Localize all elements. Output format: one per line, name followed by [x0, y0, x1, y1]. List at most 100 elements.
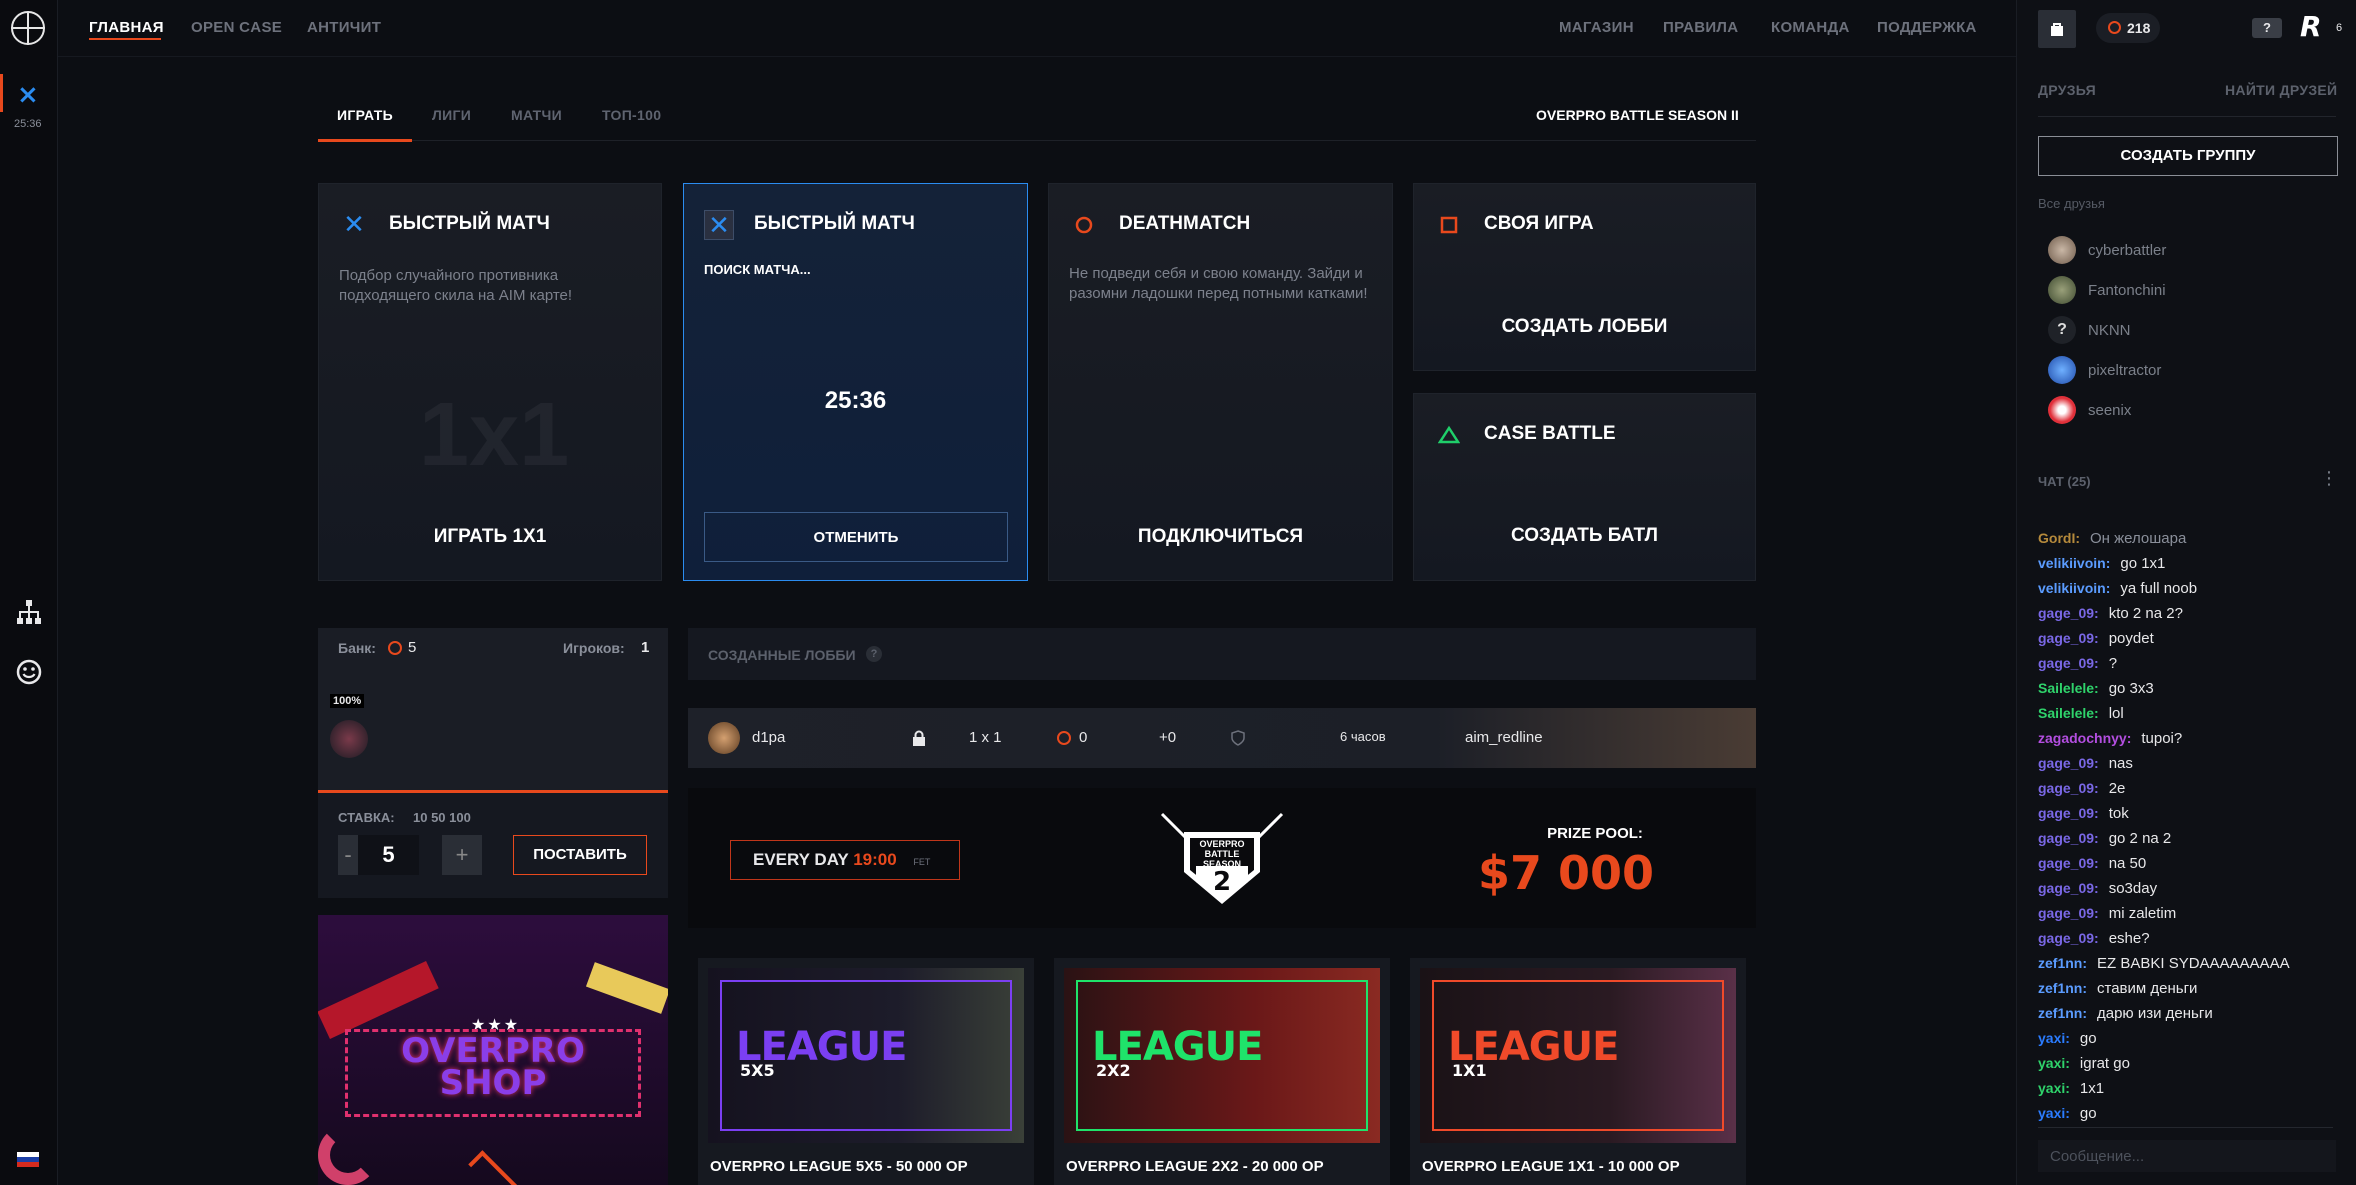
- chat-username[interactable]: zagadochnyy:: [2038, 730, 2131, 746]
- chat-text: go: [2079, 1105, 2097, 1122]
- lobby-row[interactable]: d1pa 1 x 1 0 +0 6 часов aim_redline: [688, 708, 1756, 768]
- nav-team[interactable]: КОМАНДА: [1771, 19, 1850, 36]
- kebab-menu-icon[interactable]: ⋮: [2320, 468, 2338, 489]
- card-title: БЫСТРЫЙ МАТЧ: [389, 213, 550, 234]
- balance-pill[interactable]: 218: [2096, 13, 2160, 43]
- quick-match-search-card[interactable]: ✕ БЫСТРЫЙ МАТЧ ПОИСК МАТЧА... 25:36 ОТМЕ…: [683, 183, 1028, 581]
- friend-item[interactable]: cyberbattler: [2048, 236, 2328, 266]
- logo-number: 2: [1212, 867, 1232, 897]
- chat-username[interactable]: velikiivoin:: [2038, 555, 2110, 571]
- nav-support[interactable]: ПОДДЕРЖКА: [1877, 19, 1977, 36]
- chat-username[interactable]: Sailelele:: [2038, 680, 2099, 696]
- chat-username[interactable]: yaxi:: [2038, 1030, 2070, 1046]
- lobby-extra: +0: [1159, 729, 1177, 746]
- create-lobby-button[interactable]: СОЗДАТЬ ЛОББИ: [1414, 316, 1755, 338]
- chat-message: gage_09: so3day: [2038, 880, 2338, 905]
- chat-input[interactable]: [2038, 1140, 2336, 1172]
- nav-rules[interactable]: ПРАВИЛА: [1663, 19, 1738, 36]
- chat-username[interactable]: gage_09:: [2038, 805, 2099, 821]
- inventory-bag-icon[interactable]: [2038, 10, 2076, 48]
- chat-username[interactable]: gage_09:: [2038, 930, 2099, 946]
- chat-message: velikiivoin: ya full noob: [2038, 580, 2338, 605]
- knife-decoration: [585, 962, 668, 1014]
- stake-minus-button[interactable]: -: [338, 835, 358, 875]
- chat-username[interactable]: gage_09:: [2038, 830, 2099, 846]
- chat-messages: GordI: Он желошара velikiivoin: go 1x1 velik…: [2038, 530, 2338, 1130]
- chat-username[interactable]: gage_09:: [2038, 605, 2099, 621]
- league-card[interactable]: LEAGUE 1X1 OVERPRO LEAGUE 1X1 - 10 000 O…: [1410, 958, 1746, 1185]
- chat-username[interactable]: yaxi:: [2038, 1080, 2070, 1096]
- chat-username[interactable]: Sailelele:: [2038, 705, 2099, 721]
- chat-username[interactable]: zef1nn:: [2038, 955, 2087, 971]
- season-banner[interactable]: EVERY DAY 19:00 FET OVERPRO BATTLE SEASO…: [688, 788, 1756, 928]
- chat-username[interactable]: GordI:: [2038, 530, 2080, 546]
- chat-username[interactable]: gage_09:: [2038, 905, 2099, 921]
- chat-text: 2e: [2108, 780, 2126, 797]
- chat-username[interactable]: gage_09:: [2038, 855, 2099, 871]
- friend-item[interactable]: seenix: [2048, 396, 2328, 426]
- smile-icon[interactable]: [15, 658, 43, 686]
- nav-open-case[interactable]: OPEN CASE: [191, 19, 282, 36]
- stake-value[interactable]: 5: [358, 835, 419, 875]
- tab-active-underline: [318, 139, 412, 142]
- chat-username[interactable]: gage_09:: [2038, 655, 2099, 671]
- help-button[interactable]: ?: [2252, 18, 2282, 38]
- place-bet-button[interactable]: ПОСТАВИТЬ: [513, 835, 647, 875]
- chat-username[interactable]: gage_09:: [2038, 630, 2099, 646]
- create-group-button[interactable]: СОЗДАТЬ ГРУППУ: [2038, 136, 2338, 176]
- chat-text: дарю изи деньги: [2097, 1005, 2213, 1022]
- help-icon[interactable]: ?: [866, 646, 882, 662]
- tab-top100[interactable]: ТОП-100: [602, 107, 661, 123]
- avatar: [2048, 396, 2076, 424]
- custom-game-card[interactable]: СВОЯ ИГРА СОЗДАТЬ ЛОББИ: [1413, 183, 1756, 371]
- chat-text: so3day: [2108, 880, 2158, 897]
- tab-matches[interactable]: МАТЧИ: [511, 107, 562, 123]
- logo-text: OVERPRO: [1199, 839, 1245, 849]
- chat-username[interactable]: velikiivoin:: [2038, 580, 2110, 596]
- stake-plus-button[interactable]: +: [442, 835, 482, 875]
- chat-text: go 2 na 2: [2108, 830, 2172, 847]
- league-card[interactable]: LEAGUE 2X2 OVERPRO LEAGUE 2X2 - 20 000 O…: [1054, 958, 1390, 1185]
- friend-item[interactable]: ? NKNN: [2048, 316, 2328, 346]
- quick-match-card[interactable]: 1x1 ✕ БЫСТРЫЙ МАТЧ Подбор случайного про…: [318, 183, 662, 581]
- create-battle-button[interactable]: СОЗДАТЬ БАТЛ: [1414, 525, 1755, 547]
- shop-banner[interactable]: ★★★ OVERPRO SHOP: [318, 915, 668, 1185]
- cancel-search-button[interactable]: ОТМЕНИТЬ: [704, 512, 1008, 562]
- friend-item[interactable]: Fantonchini: [2048, 276, 2328, 306]
- chat-username[interactable]: gage_09:: [2038, 780, 2099, 796]
- tab-play[interactable]: ИГРАТЬ: [337, 107, 393, 123]
- chat-username[interactable]: yaxi:: [2038, 1055, 2070, 1071]
- avatar: [2048, 236, 2076, 264]
- shop-title-line2: SHOP: [439, 1063, 547, 1103]
- chat-username[interactable]: zef1nn:: [2038, 980, 2087, 996]
- chat-username[interactable]: gage_09:: [2038, 880, 2099, 896]
- russian-flag-icon[interactable]: [17, 1152, 39, 1167]
- win-percent: 100%: [330, 694, 365, 708]
- card-title: CASE BATTLE: [1484, 423, 1616, 444]
- tab-leagues[interactable]: ЛИГИ: [432, 107, 471, 123]
- stake-options[interactable]: 10 50 100: [413, 810, 471, 825]
- chat-username[interactable]: gage_09:: [2038, 755, 2099, 771]
- chat-text: poydet: [2108, 630, 2154, 647]
- chat-username[interactable]: zef1nn:: [2038, 1005, 2087, 1021]
- deathmatch-card[interactable]: DEATHMATCH Не подведи себя и свою команд…: [1048, 183, 1393, 581]
- search-status: ПОИСК МАТЧА...: [704, 262, 811, 277]
- find-friends-link[interactable]: НАЙТИ ДРУЗЕЙ: [2225, 82, 2337, 98]
- connect-button[interactable]: ПОДКЛЮЧИТЬСЯ: [1049, 526, 1392, 548]
- chat-username[interactable]: yaxi:: [2038, 1105, 2070, 1121]
- nav-anticheat[interactable]: АНТИЧИТ: [307, 19, 381, 36]
- friend-item[interactable]: pixeltractor: [2048, 356, 2328, 386]
- nav-shop[interactable]: МАГАЗИН: [1559, 19, 1634, 36]
- chat-text: kto 2 na 2?: [2108, 605, 2183, 622]
- case-battle-card[interactable]: CASE BATTLE СОЗДАТЬ БАТЛ: [1413, 393, 1756, 581]
- league-format: 5X5: [740, 1061, 775, 1080]
- chat-text: tok: [2108, 805, 2129, 822]
- chat-message: yaxi: igrat go: [2038, 1055, 2338, 1080]
- league-card[interactable]: LEAGUE 5X5 OVERPRO LEAGUE 5X5 - 50 000 O…: [698, 958, 1034, 1185]
- play-1x1-button[interactable]: ИГРАТЬ 1X1: [319, 526, 661, 548]
- crosshair-logo-icon[interactable]: [11, 11, 45, 45]
- tournament-tree-icon[interactable]: [15, 598, 43, 626]
- user-avatar[interactable]: R: [2300, 12, 2330, 42]
- nav-main[interactable]: ГЛАВНАЯ: [89, 19, 164, 36]
- friends-tab[interactable]: ДРУЗЬЯ: [2038, 82, 2096, 98]
